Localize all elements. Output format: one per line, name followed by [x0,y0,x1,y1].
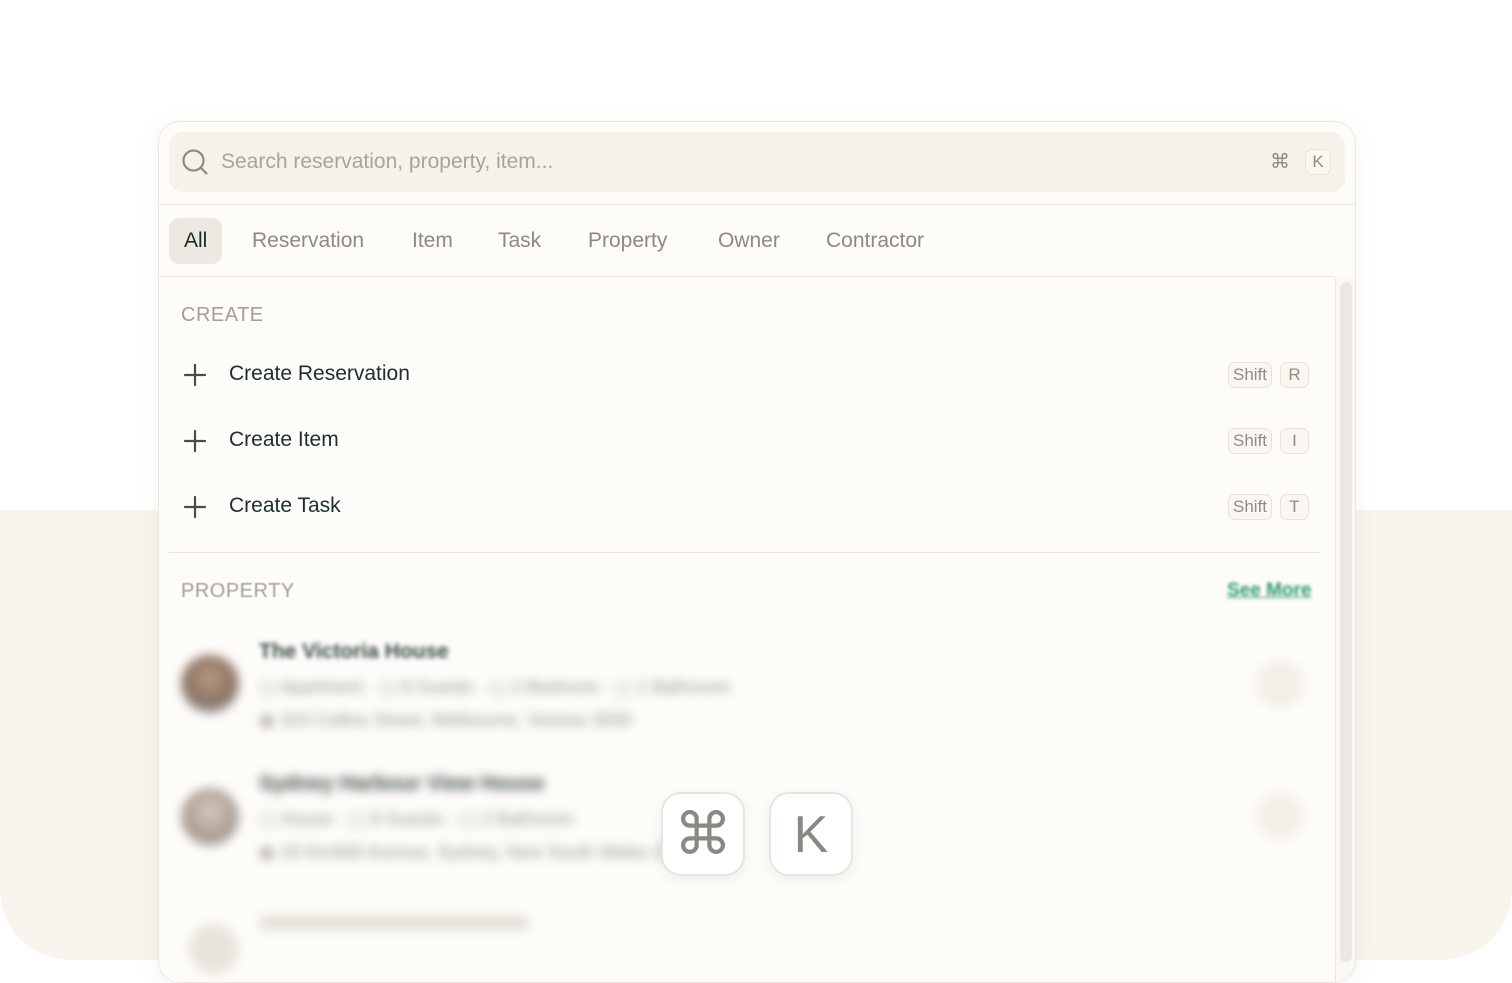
tabs-divider [159,276,1335,277]
property-address: ◉ 18 Kirribilli Avenue, Sydney, New Sout… [259,842,694,862]
bed-icon: ▢ [489,677,512,697]
guests-icon: ▢ [349,809,372,829]
map-icon[interactable] [1257,661,1303,707]
bath-icon: ▢ [615,677,638,697]
bath-icon: ▢ [459,809,482,829]
create-reservation-item[interactable]: Create Reservation Shift R [169,347,1321,403]
section-divider [169,552,1321,553]
shortcut-k-key: K [1305,149,1331,175]
tab-all[interactable]: All [169,218,223,264]
building-icon: ▢ [259,809,282,829]
create-item-item[interactable]: Create Item Shift I [169,413,1321,469]
tab-contractor[interactable]: Contractor [811,218,939,264]
tab-task[interactable]: Task [483,218,556,264]
create-task-item[interactable]: Create Task Shift T [169,479,1321,535]
hint-cmd-key: ⌘ [661,792,745,876]
shift-key: Shift [1228,494,1272,520]
map-icon[interactable] [1257,793,1303,839]
tab-item[interactable]: Item [397,218,468,264]
create-heading: CREATE [181,304,264,326]
tab-owner[interactable]: Owner [703,218,795,264]
search-icon [182,149,208,175]
shift-key: Shift [1228,428,1272,454]
guests-icon: ▢ [379,677,402,697]
pin-icon: ◉ [259,842,280,862]
shortcut-i-key: I [1280,428,1309,454]
property-address: ◉ 323 Collins Street, Melbourne, Victori… [259,710,632,730]
pin-icon: ◉ [259,710,280,730]
command-palette: ⌘ K All Reservation Item Task Property O… [158,121,1356,983]
shortcut-t-key: T [1280,494,1309,520]
property-title: Sydney Harbour View House [259,772,545,795]
plus-icon [183,429,207,453]
search-input[interactable] [221,144,1221,180]
tab-reservation[interactable]: Reservation [237,218,379,264]
see-more-link[interactable]: See More [1227,580,1311,602]
create-reservation-label: Create Reservation [229,362,410,385]
plus-icon [183,495,207,519]
property-meta: ▢ Apartment · ▢ 8 Guests · ▢ 2 Bedroom ·… [259,677,731,697]
hint-k-key: K [769,792,853,876]
property-heading: PROPERTY [181,580,295,602]
property-title: The Victoria House [259,640,449,663]
search-bar[interactable]: ⌘ K [169,132,1345,192]
building-icon: ▢ [259,677,281,697]
shortcut-r-key: R [1280,362,1309,388]
property-avatar [181,788,239,846]
create-item-label: Create Item [229,428,339,451]
property-avatar [181,655,239,713]
shift-key: Shift [1228,362,1272,388]
create-task-label: Create Task [229,494,341,517]
plus-icon [183,363,207,387]
scrollbar[interactable] [1335,278,1355,982]
shortcut-cmd-key: ⌘ [1270,151,1290,173]
scrollbar-thumb[interactable] [1340,282,1352,962]
tab-property[interactable]: Property [573,218,682,264]
property-meta: ▢ House · ▢ 6 Guests · ▢ 2 Bathroom [259,809,575,829]
property-item-faded [181,912,1331,982]
header-divider [159,204,1355,205]
